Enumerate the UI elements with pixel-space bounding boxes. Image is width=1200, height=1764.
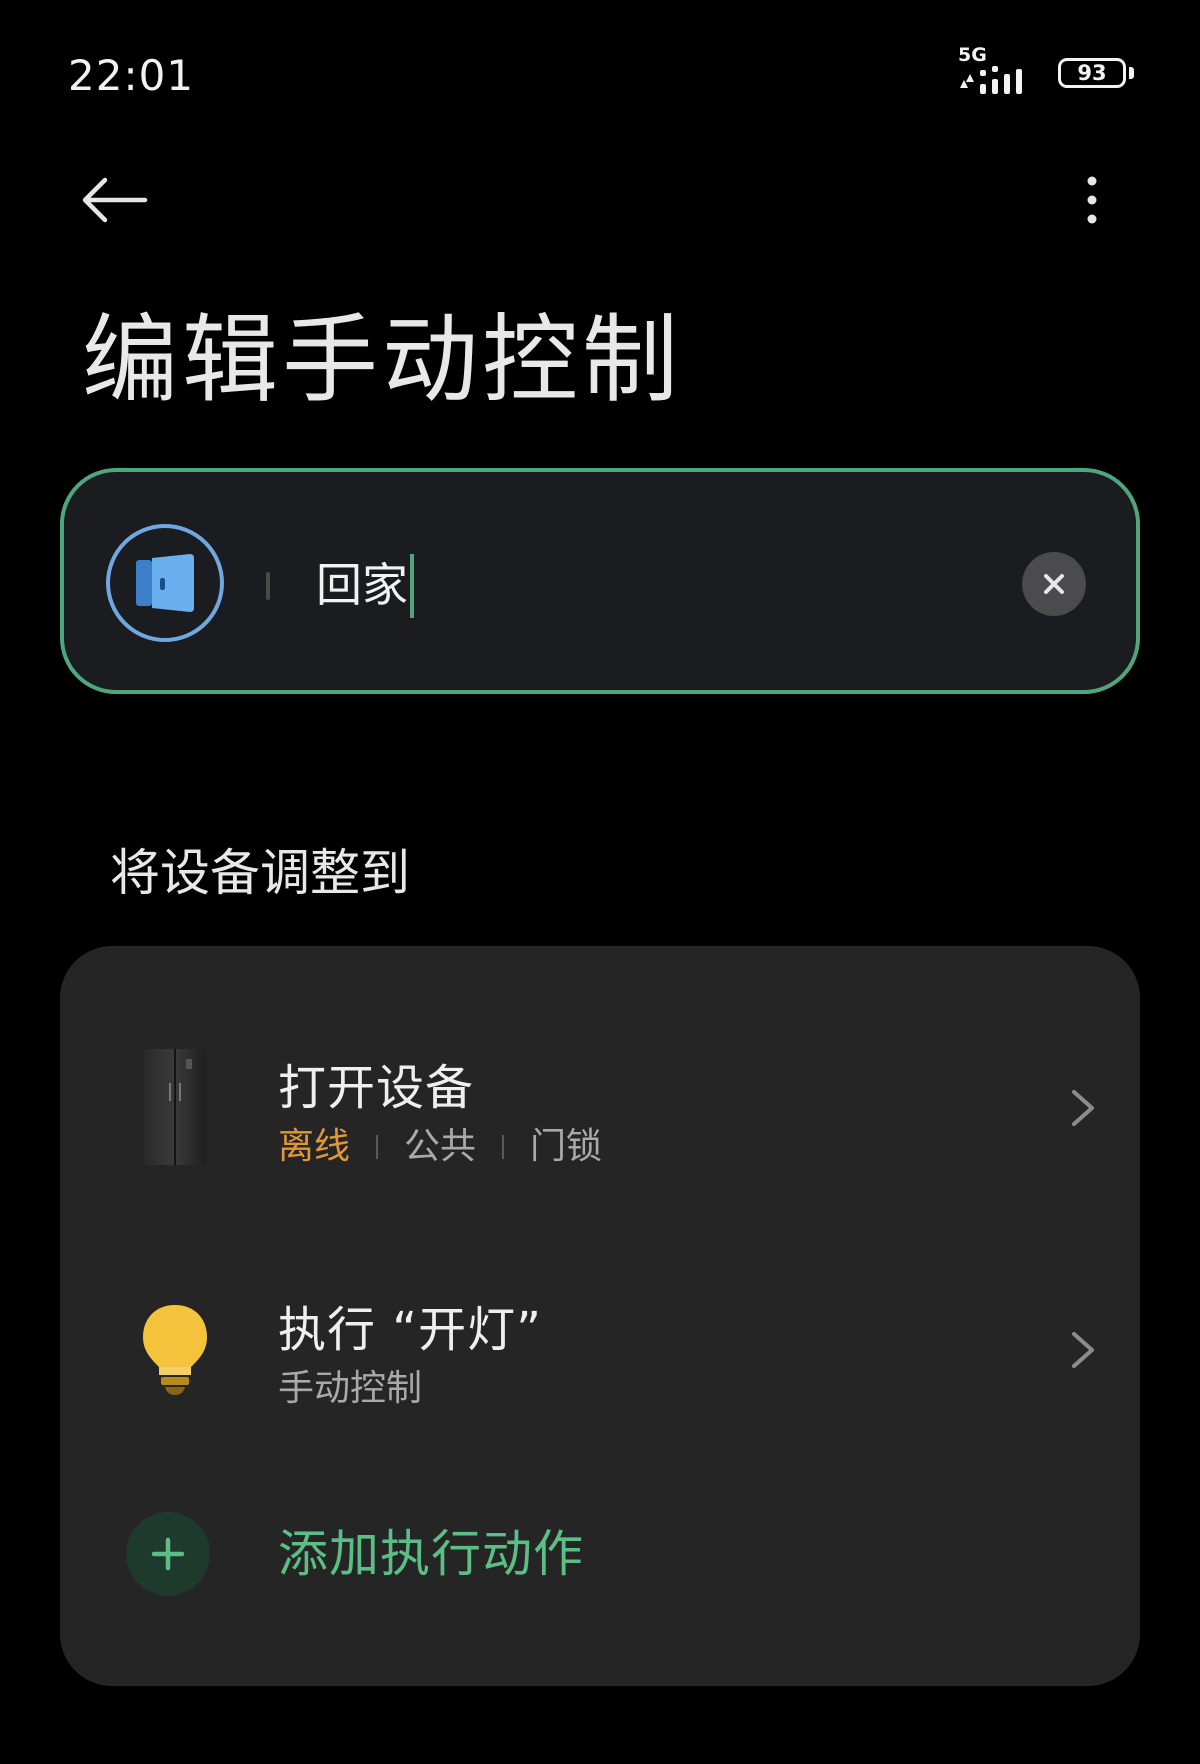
- plus-icon: [126, 1512, 210, 1596]
- add-action-button[interactable]: 添加执行动作: [60, 1494, 1140, 1614]
- actions-card: 打开设备 离线 公共 门锁 执行 “开灯” 手动控制 添加执行动作: [60, 946, 1140, 1686]
- add-action-label: 添加执行动作: [278, 1525, 584, 1583]
- network-type-label: 5G: [958, 44, 987, 66]
- battery-icon: 93: [1058, 58, 1134, 92]
- refrigerator-icon: [120, 1042, 230, 1172]
- section-title: 将设备调整到: [110, 844, 410, 902]
- action-title: 执行 “开灯”: [278, 1302, 542, 1358]
- action-subtitle: 手动控制: [278, 1368, 423, 1409]
- device-status: 离线: [278, 1126, 351, 1167]
- icon-divider: [266, 572, 270, 600]
- device-room: 公共: [404, 1126, 477, 1167]
- scene-name-field[interactable]: 回家: [60, 468, 1140, 694]
- action-row-device[interactable]: 打开设备 离线 公共 门锁: [60, 1006, 1140, 1206]
- chevron-right-icon: [1072, 1090, 1094, 1126]
- scene-name-input[interactable]: 回家: [316, 554, 408, 616]
- status-time: 22:01: [68, 51, 195, 100]
- close-icon: [1044, 574, 1064, 594]
- page-title: 编辑手动控制: [82, 304, 682, 416]
- arrow-left-icon: [82, 177, 148, 223]
- clear-input-button[interactable]: [1022, 552, 1086, 616]
- action-subtitle: 离线 公共 门锁: [278, 1124, 602, 1170]
- device-type: 门锁: [530, 1126, 603, 1167]
- divider: [376, 1135, 379, 1159]
- status-icons: 5G 93: [958, 44, 1134, 100]
- lightbulb-icon: [120, 1284, 230, 1414]
- action-title: 打开设备: [278, 1060, 475, 1116]
- action-row-scene[interactable]: 执行 “开灯” 手动控制: [60, 1248, 1140, 1448]
- battery-level: 93: [1058, 58, 1126, 88]
- signal-icon: [960, 66, 1022, 94]
- text-cursor: [410, 554, 414, 618]
- door-icon: [136, 554, 194, 612]
- chevron-right-icon: [1072, 1332, 1094, 1368]
- more-vertical-icon: [1087, 176, 1097, 224]
- divider: [502, 1135, 505, 1159]
- scene-icon-picker[interactable]: [106, 524, 224, 642]
- more-options-button[interactable]: [1052, 164, 1132, 236]
- back-button[interactable]: [74, 164, 154, 236]
